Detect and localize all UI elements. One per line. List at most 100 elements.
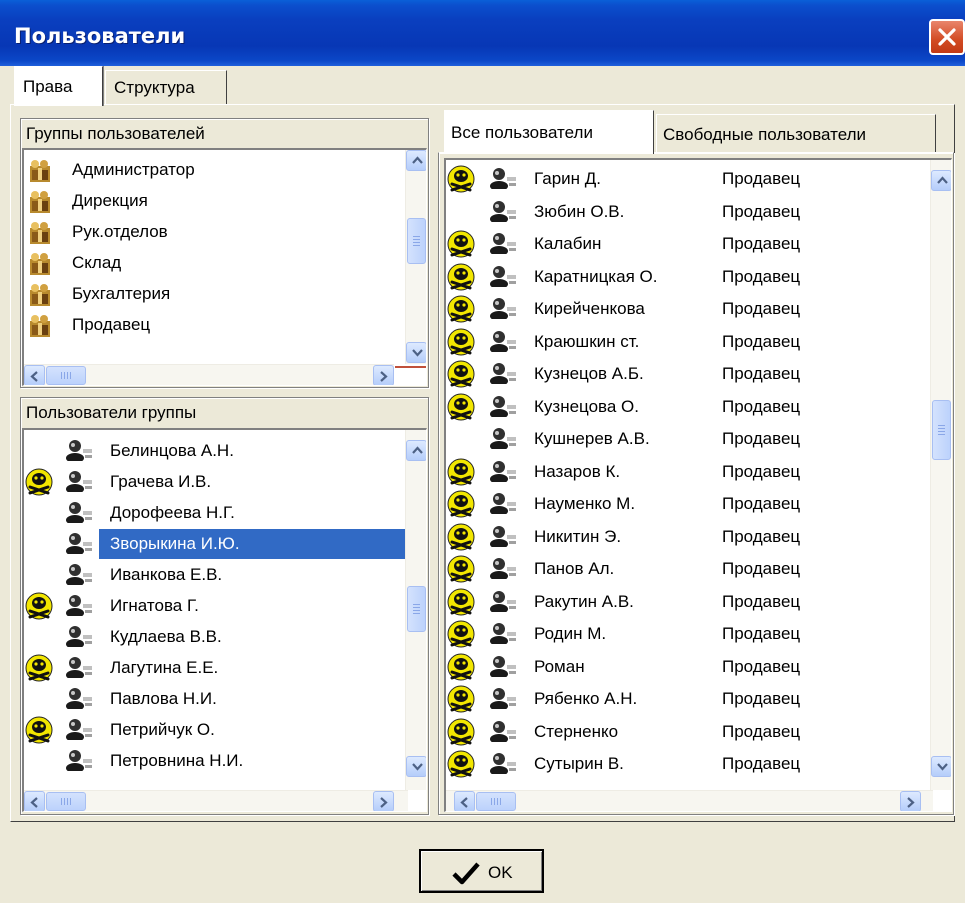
all-users-vscrollbar[interactable] bbox=[930, 160, 951, 790]
table-row[interactable]: Сутырин В. Продавец bbox=[446, 749, 926, 779]
user-name: Кудлаева В.В. bbox=[110, 627, 222, 646]
all-users-hscrollbar[interactable] bbox=[446, 790, 933, 811]
groups-listbox[interactable]: Администратор Дирекция Рук.отделов Склад Бух… bbox=[22, 148, 427, 386]
table-row[interactable]: Кузнецов А.Б. Продавец bbox=[446, 359, 926, 389]
tab-all-users[interactable]: Все пользователи bbox=[444, 110, 654, 154]
scroll-left-button[interactable] bbox=[24, 365, 45, 385]
user-name: Кузнецов А.Б. bbox=[534, 364, 644, 383]
group-icon bbox=[30, 315, 50, 337]
user-role: Продавец bbox=[722, 266, 801, 286]
list-item[interactable]: Зворыкина И.Ю. bbox=[24, 529, 420, 559]
user-name: Кирейченкова bbox=[534, 299, 645, 318]
list-item[interactable]: Петровнина Н.И. bbox=[24, 746, 404, 776]
group-users-hscrollbar[interactable] bbox=[24, 790, 408, 811]
chevron-left-icon bbox=[460, 797, 468, 808]
list-item[interactable]: Белинцова А.Н. bbox=[24, 436, 404, 466]
list-item[interactable]: Кудлаева В.В. bbox=[24, 622, 404, 652]
user-name: Зюбин О.В. bbox=[534, 201, 625, 221]
scroll-down-button[interactable] bbox=[406, 756, 426, 777]
list-item[interactable]: Продавец bbox=[28, 311, 378, 342]
table-row[interactable]: Каратницкая О. Продавец bbox=[446, 262, 926, 292]
list-item[interactable]: Дирекция bbox=[28, 187, 378, 218]
group-users-vscrollbar[interactable] bbox=[405, 430, 426, 790]
tab-rights[interactable]: Права bbox=[14, 66, 103, 106]
table-row[interactable]: Никитин Э. Продавец bbox=[446, 522, 926, 552]
user-icon bbox=[66, 688, 92, 711]
scroll-up-button[interactable] bbox=[406, 150, 426, 171]
user-icon bbox=[66, 533, 92, 556]
list-item[interactable]: Администратор bbox=[28, 156, 378, 187]
scroll-right-button[interactable] bbox=[900, 791, 921, 811]
list-item[interactable]: Павлова Н.И. bbox=[24, 684, 404, 714]
groups-hscrollbar[interactable] bbox=[24, 364, 394, 385]
user-icon bbox=[490, 428, 516, 451]
chevron-right-icon bbox=[380, 797, 388, 808]
all-users-hscroll-thumb[interactable] bbox=[476, 792, 516, 811]
groups-vscrollbar[interactable] bbox=[405, 150, 426, 364]
skull-mark-icon bbox=[447, 718, 475, 745]
title-bar[interactable]: Пользователи bbox=[0, 0, 965, 66]
table-row[interactable]: Родин М. Продавец bbox=[446, 619, 926, 649]
scroll-right-button[interactable] bbox=[373, 791, 394, 811]
table-row[interactable]: Гарин Д. Продавец bbox=[446, 164, 926, 194]
skull-mark-icon bbox=[447, 230, 475, 258]
tab-free-users[interactable]: Свободные пользователи bbox=[656, 114, 936, 152]
user-name: Краюшкин ст. bbox=[534, 331, 640, 351]
user-name: Стерненко bbox=[534, 721, 619, 741]
skull-mark-icon bbox=[447, 458, 475, 485]
list-item[interactable]: Склад bbox=[28, 249, 378, 280]
user-role: Продавец bbox=[722, 429, 801, 448]
table-row[interactable]: Роман Продавец bbox=[446, 652, 926, 682]
group-users-listbox[interactable]: Белинцова А.Н. Грачева И.В. Дорофеева Н.Г.… bbox=[22, 428, 427, 812]
list-item[interactable]: Иванкова Е.В. bbox=[24, 560, 404, 590]
chevron-down-icon bbox=[412, 763, 423, 771]
list-item[interactable]: Дорофеева Н.Г. bbox=[24, 498, 404, 528]
skull-mark-icon bbox=[447, 165, 475, 193]
table-row[interactable]: Панов Ал. Продавец bbox=[446, 554, 926, 584]
table-row[interactable]: Кирейченкова Продавец bbox=[446, 294, 926, 324]
close-button[interactable] bbox=[929, 19, 965, 55]
table-row[interactable]: Науменко М. Продавец bbox=[446, 489, 926, 519]
chevron-down-icon bbox=[412, 349, 423, 357]
list-item[interactable]: Игнатова Г. bbox=[24, 591, 404, 621]
table-row[interactable]: Назаров К. Продавец bbox=[446, 457, 926, 487]
scroll-up-button[interactable] bbox=[931, 170, 951, 191]
user-name: Сутырин В. bbox=[534, 754, 624, 773]
table-row[interactable]: Зюбин О.В. Продавец bbox=[446, 197, 926, 227]
scroll-right-button[interactable] bbox=[373, 365, 394, 385]
user-name: Зворыкина И.Ю. bbox=[110, 534, 240, 553]
group-users-hscroll-thumb[interactable] bbox=[46, 792, 86, 811]
group-name: Продавец bbox=[72, 315, 151, 334]
list-item[interactable]: Рук.отделов bbox=[28, 218, 378, 249]
table-row[interactable]: Краюшкин ст. Продавец bbox=[446, 327, 926, 357]
scroll-down-button[interactable] bbox=[931, 756, 951, 777]
table-row[interactable]: Стерненко Продавец bbox=[446, 717, 926, 747]
scroll-left-button[interactable] bbox=[454, 791, 475, 811]
groups-hscroll-thumb[interactable] bbox=[46, 366, 86, 385]
all-users-listbox[interactable]: Гарин Д. Продавец Зюбин О.В. Продавец Калаби… bbox=[444, 158, 952, 812]
table-row[interactable]: Кушнерев А.В. Продавец bbox=[446, 424, 926, 454]
ok-button[interactable]: OK bbox=[419, 849, 544, 893]
all-users-vscroll-thumb[interactable] bbox=[932, 400, 951, 460]
group-name: Администратор bbox=[72, 160, 195, 179]
groups-vscroll-thumb[interactable] bbox=[407, 218, 426, 264]
chevron-left-icon bbox=[30, 797, 38, 808]
skull-mark-icon bbox=[447, 620, 475, 648]
table-row[interactable]: Ракутин А.В. Продавец bbox=[446, 587, 926, 617]
table-row[interactable]: Калабин Продавец bbox=[446, 229, 926, 259]
scroll-up-button[interactable] bbox=[406, 440, 426, 461]
scroll-left-button[interactable] bbox=[24, 791, 45, 811]
list-item[interactable]: Грачева И.В. bbox=[24, 467, 404, 497]
scroll-down-button[interactable] bbox=[406, 342, 426, 363]
user-role: Продавец bbox=[722, 331, 801, 351]
user-icon bbox=[490, 460, 516, 484]
list-item[interactable]: Бухгалтерия bbox=[28, 280, 378, 311]
group-users-vscroll-thumb[interactable] bbox=[407, 586, 426, 632]
list-item[interactable]: Лагутина Е.Е. bbox=[24, 653, 404, 683]
skull-mark-icon bbox=[447, 685, 475, 713]
table-row[interactable]: Кузнецова О. Продавец bbox=[446, 392, 926, 422]
tab-structure[interactable]: Структура bbox=[105, 70, 227, 104]
user-icon bbox=[490, 395, 516, 419]
list-item[interactable]: Петрийчук О. bbox=[24, 715, 404, 745]
table-row[interactable]: Рябенко А.Н. Продавец bbox=[446, 684, 926, 714]
